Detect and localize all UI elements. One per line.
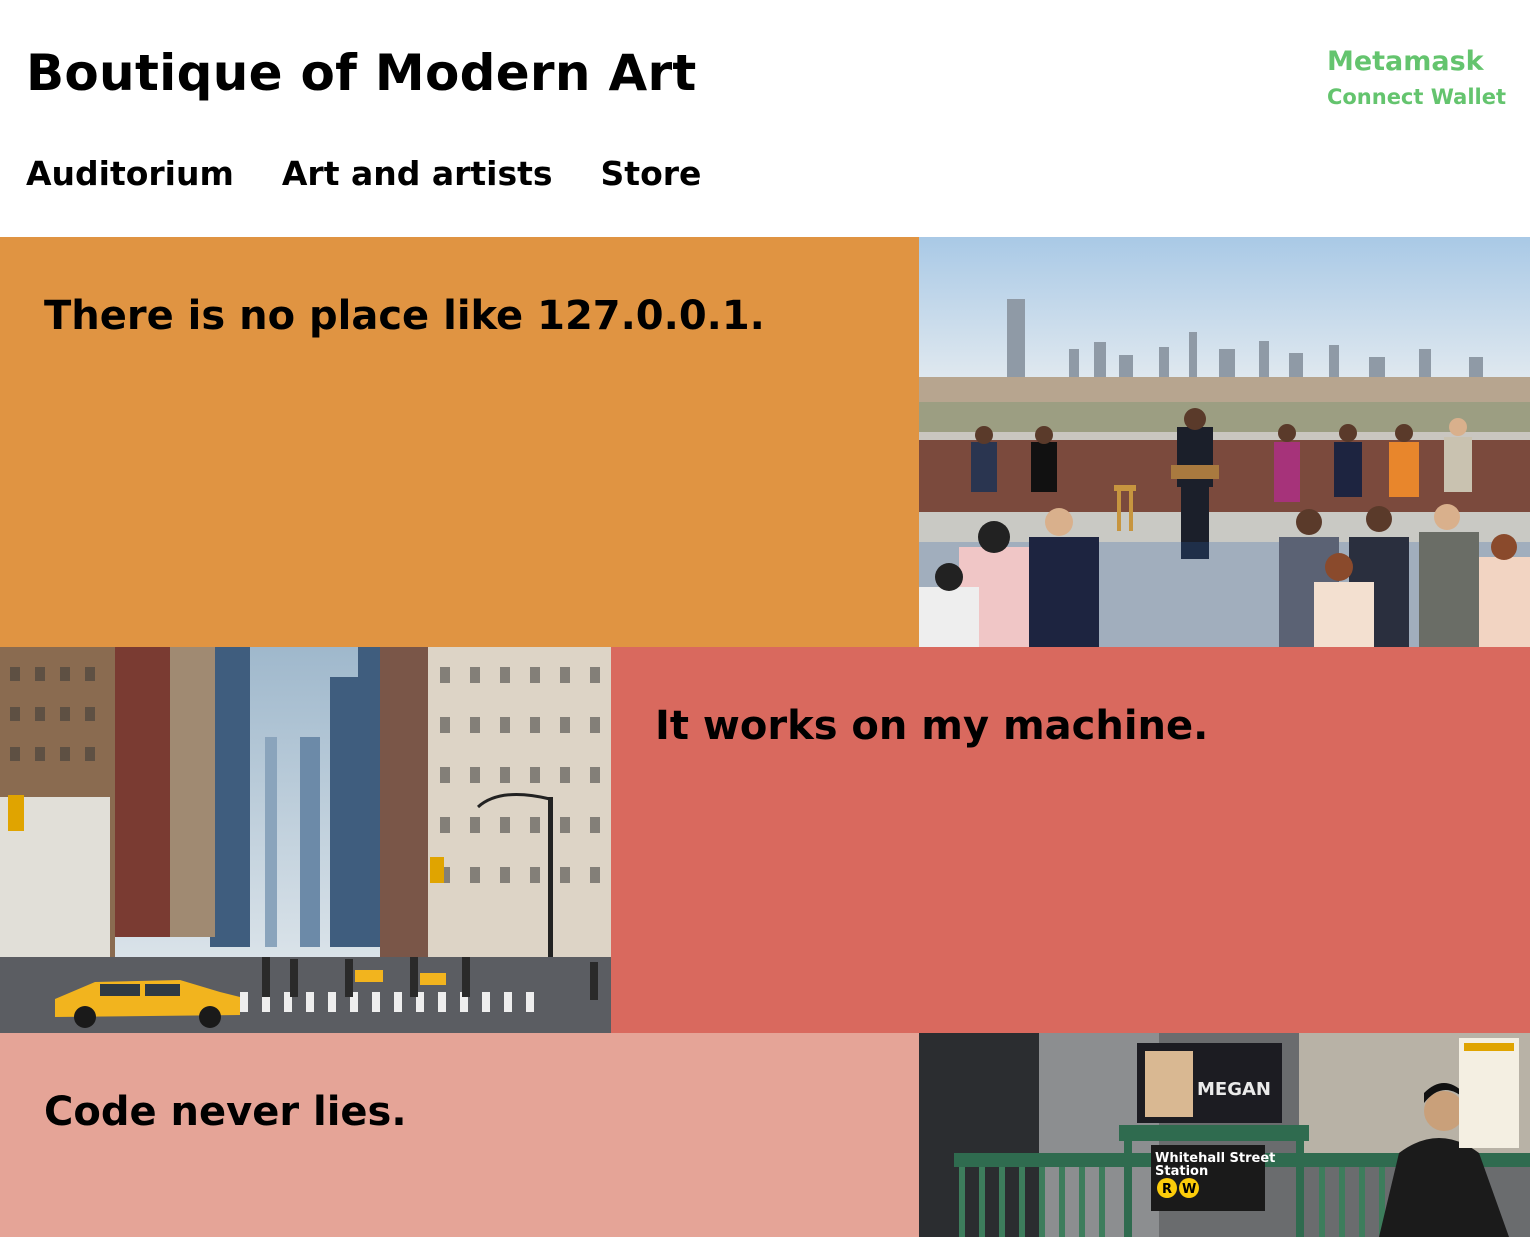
rooftop-press-conference-image-graphic (919, 237, 1530, 647)
main-nav: Auditorium Art and artists Store (26, 152, 701, 196)
poster-title: MEGAN (1197, 1079, 1271, 1100)
route-w-badge: W (1182, 1182, 1196, 1197)
connect-wallet-button[interactable]: Connect Wallet (1327, 80, 1506, 114)
rooftop-press-conference-image (919, 237, 1530, 647)
city-street-taxi-image (0, 647, 611, 1033)
section-row-1: There is no place like 127.0.0.1. (0, 237, 1530, 647)
quote-panel-3: Code never lies. (0, 1033, 919, 1237)
station-name-line2: Station (1155, 1164, 1208, 1179)
quote-panel-1: There is no place like 127.0.0.1. (0, 237, 919, 647)
nav-item-store[interactable]: Store (601, 152, 702, 196)
nav-item-art-and-artists[interactable]: Art and artists (282, 152, 553, 196)
quote-text: There is no place like 127.0.0.1. (44, 293, 765, 339)
site-title: Boutique of Modern Art (26, 44, 697, 102)
quote-panel-2: It works on my machine. (611, 647, 1530, 1033)
subway-entrance-image-graphic: MEGAN Whitehall Street Station R W (919, 1033, 1530, 1237)
nav-item-auditorium[interactable]: Auditorium (26, 152, 234, 196)
wallet-provider-name: Metamask (1326, 46, 1484, 77)
wallet-widget: Metamask Connect Wallet (1327, 44, 1506, 114)
route-r-badge: R (1162, 1182, 1172, 1197)
page: Boutique of Modern Art Metamask Connect … (0, 0, 1530, 1237)
city-street-taxi-image-graphic (0, 647, 611, 1033)
quote-text: Code never lies. (44, 1089, 407, 1135)
section-row-2: It works on my machine. (0, 647, 1530, 1033)
section-row-3: Code never lies. MEGAN Whitehall Street … (0, 1033, 1530, 1237)
quote-text: It works on my machine. (655, 703, 1209, 749)
subway-entrance-image: MEGAN Whitehall Street Station R W (919, 1033, 1530, 1237)
